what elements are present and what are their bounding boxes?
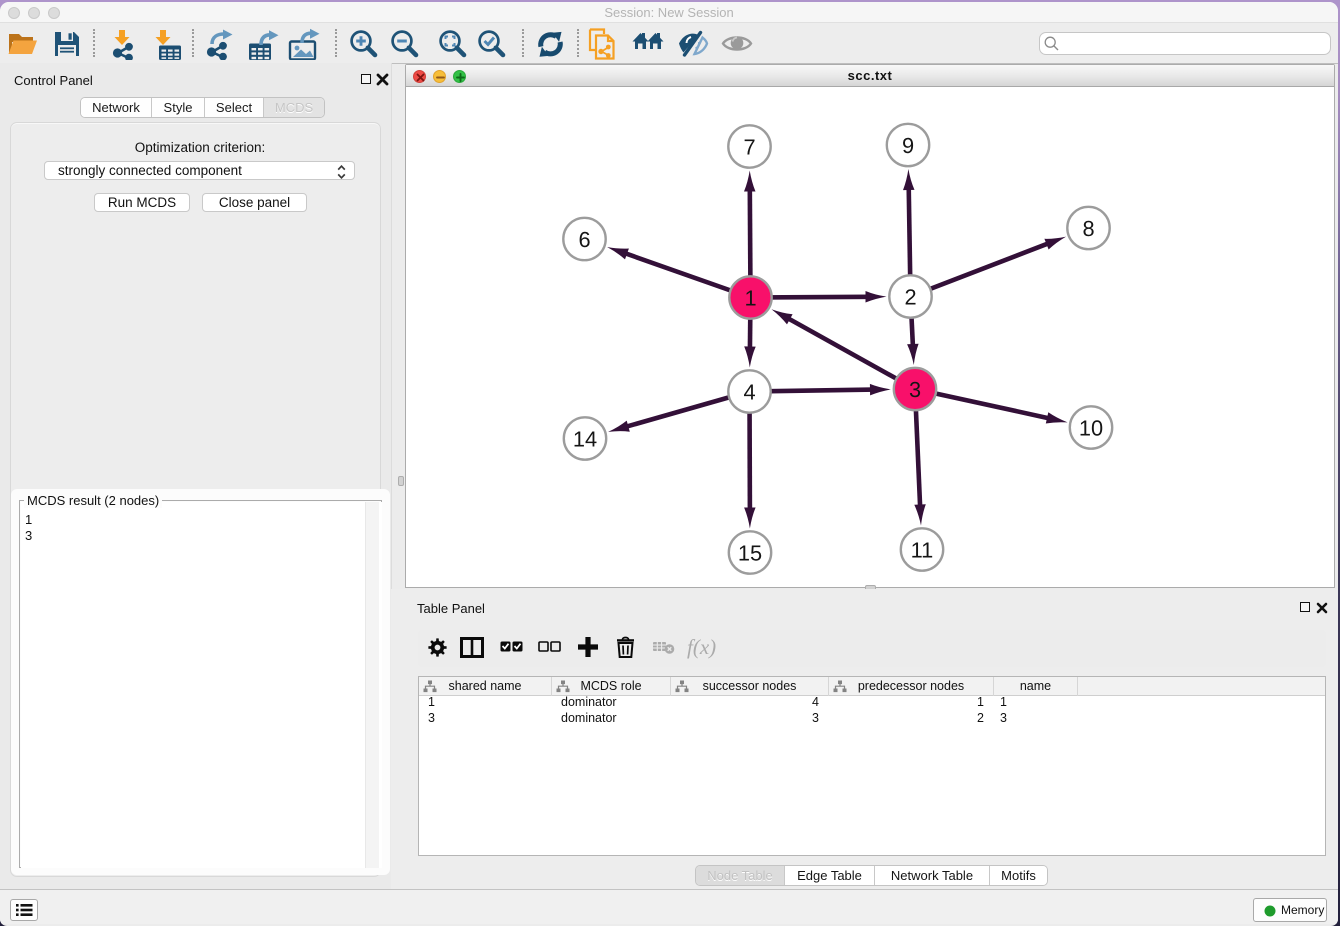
svg-text:11: 11 — [911, 537, 934, 562]
svg-text:3: 3 — [909, 377, 921, 402]
svg-text:2: 2 — [904, 284, 916, 309]
svg-text:8: 8 — [1082, 216, 1094, 241]
svg-text:4: 4 — [743, 379, 755, 404]
svg-text:7: 7 — [743, 134, 755, 159]
svg-text:9: 9 — [902, 133, 914, 158]
svg-text:6: 6 — [578, 227, 590, 252]
svg-text:15: 15 — [738, 540, 762, 565]
svg-text:1: 1 — [744, 285, 756, 310]
svg-text:10: 10 — [1079, 415, 1103, 440]
svg-text:14: 14 — [573, 426, 597, 451]
